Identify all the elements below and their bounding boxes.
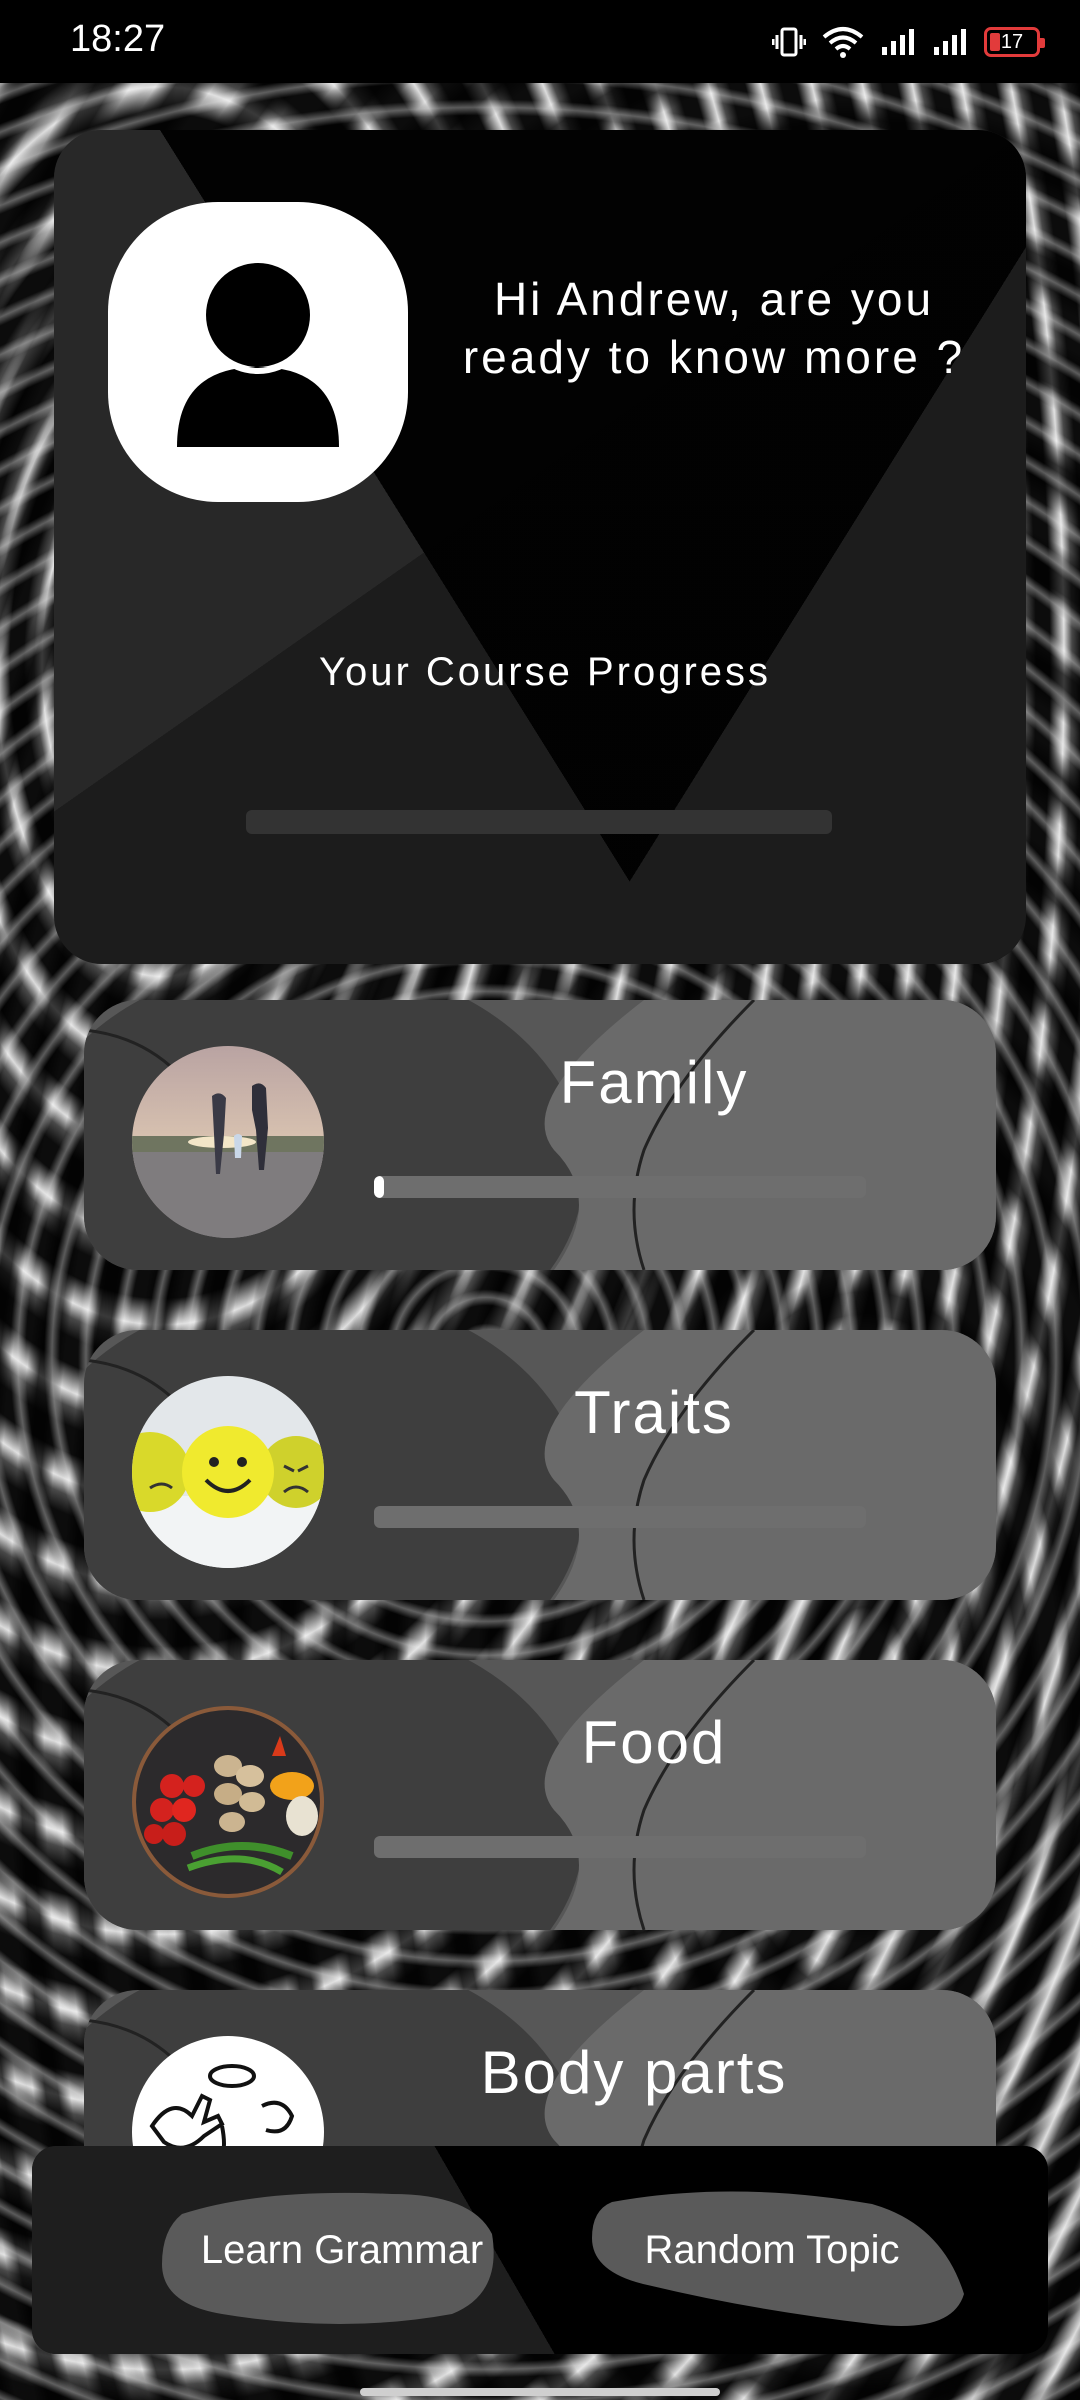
course-progress-title: Your Course Progress bbox=[318, 650, 772, 694]
profile-card: Hi Andrew, are you ready to know more ? … bbox=[54, 130, 1026, 964]
wifi-icon bbox=[822, 27, 864, 58]
learn-grammar-button[interactable]: Learn Grammar bbox=[142, 2174, 542, 2326]
emoji-balls-photo bbox=[132, 1376, 324, 1568]
greeting-text: Hi Andrew, are you ready to know more ? bbox=[462, 273, 966, 383]
home-indicator[interactable] bbox=[360, 2388, 720, 2396]
topic-progress-bar-family bbox=[374, 1176, 866, 1198]
topic-title-family: Family bbox=[559, 1049, 749, 1116]
signal-icon bbox=[934, 29, 966, 55]
topic-title-food: Food bbox=[581, 1709, 727, 1776]
food-bowl-photo bbox=[132, 1706, 324, 1898]
family-photo bbox=[132, 1046, 324, 1238]
topic-card-traits[interactable]: Traits bbox=[84, 1330, 996, 1600]
signal-icon bbox=[882, 29, 914, 55]
topic-card-food[interactable]: Food bbox=[84, 1660, 996, 1930]
topic-title-body-parts: Body parts bbox=[480, 2039, 788, 2106]
topic-progress-fill-family bbox=[374, 1176, 384, 1198]
status-icons: 17 bbox=[772, 22, 1045, 62]
learn-grammar-label: Learn Grammar bbox=[200, 2227, 484, 2272]
status-bar: 18:27 17 bbox=[0, 0, 1080, 83]
topic-card-family[interactable]: Family bbox=[84, 1000, 996, 1270]
course-progress-bar bbox=[246, 810, 832, 834]
battery-icon: 17 bbox=[984, 27, 1045, 57]
topic-title-traits: Traits bbox=[574, 1379, 734, 1446]
random-topic-label: Random Topic bbox=[644, 2227, 900, 2272]
topic-progress-bar-food bbox=[374, 1836, 866, 1858]
bottom-action-bar: Learn Grammar Random Topic bbox=[32, 2146, 1048, 2354]
vibrate-icon bbox=[772, 27, 806, 57]
avatar[interactable] bbox=[108, 202, 408, 502]
battery-level: 17 bbox=[1000, 30, 1024, 53]
topic-progress-bar-traits bbox=[374, 1506, 866, 1528]
user-silhouette-icon bbox=[177, 257, 339, 447]
status-time: 18:27 bbox=[70, 18, 166, 60]
random-topic-button[interactable]: Random Topic bbox=[572, 2174, 972, 2326]
